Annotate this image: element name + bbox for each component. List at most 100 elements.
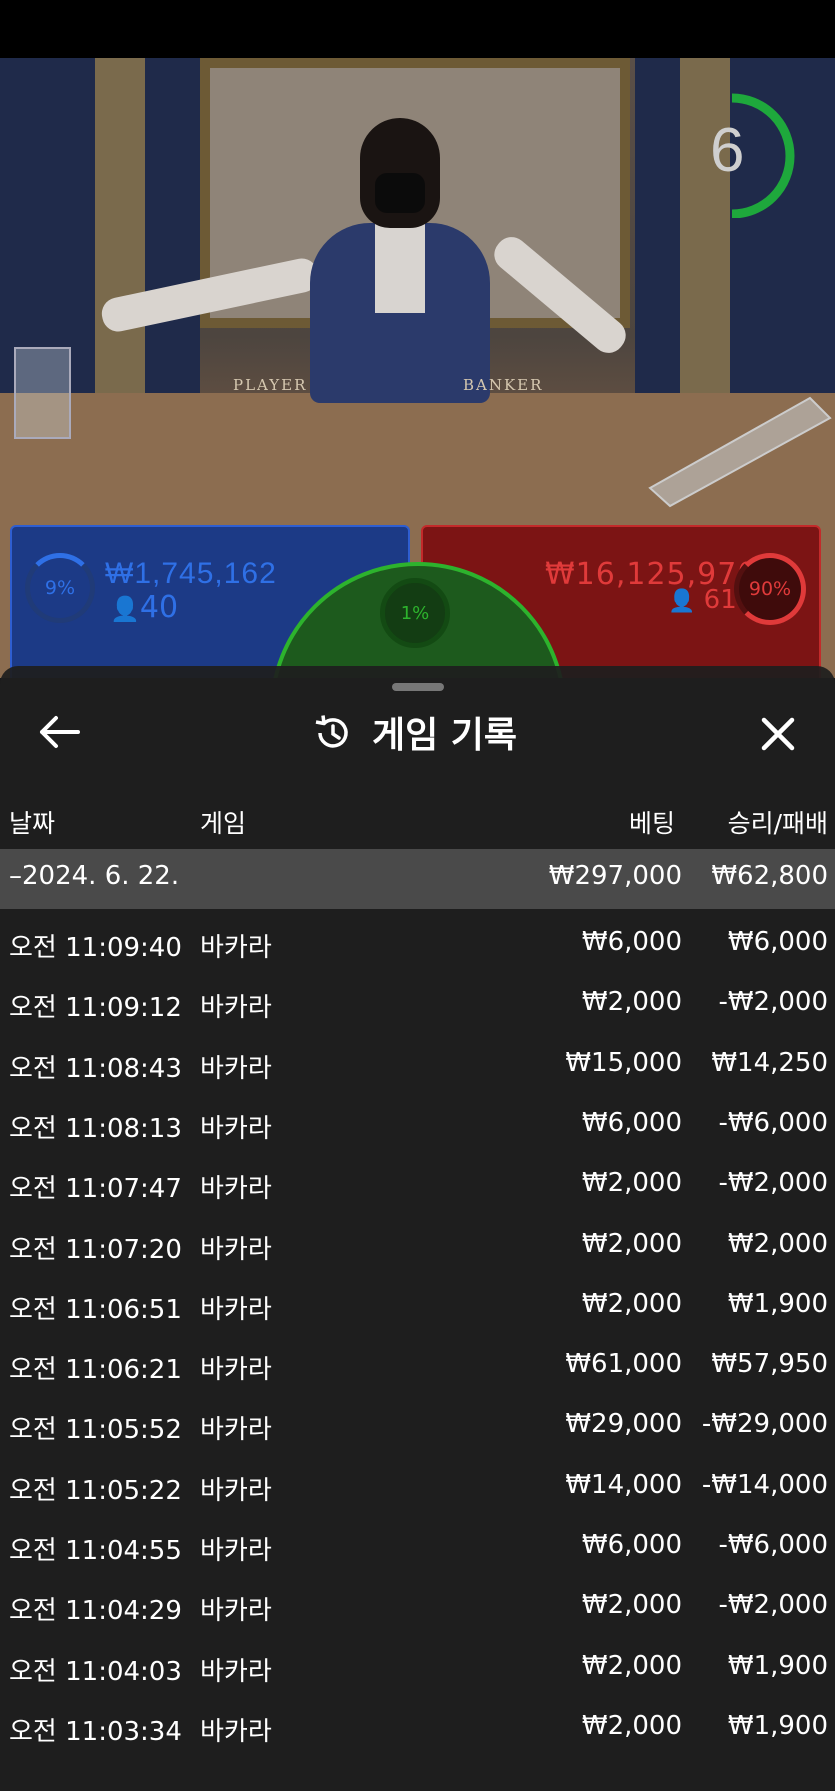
row-result: ₩1,900 (727, 1650, 828, 1681)
table-row[interactable]: 오전 11:03:34 바카라 ₩2,000 ₩1,900 (0, 1699, 835, 1759)
summary-bet: ₩297,000 (548, 861, 682, 891)
row-time: 오전 11:08:43 (9, 1053, 182, 1084)
row-game: 바카라 (200, 933, 272, 963)
row-bet: ₩2,000 (581, 1710, 682, 1741)
date-group-summary[interactable]: –2024. 6. 22. ₩297,000 ₩62,800 (0, 849, 835, 909)
tie-percent: 1% (380, 578, 450, 648)
person-icon: 👤 (668, 589, 696, 614)
arrow-left-icon[interactable] (36, 712, 86, 752)
column-header-game: 게임 (200, 809, 247, 838)
countdown-timer: 6 (710, 116, 745, 185)
row-time: 오전 11:04:29 (9, 1596, 182, 1627)
banker-count-label: 61 (703, 585, 737, 615)
row-result: -₩6,000 (718, 1107, 828, 1138)
close-icon[interactable] (756, 712, 800, 756)
table-row[interactable]: 오전 11:06:21 바카라 ₩61,000 ₩57,950 (0, 1337, 835, 1397)
row-time: 오전 11:06:21 (9, 1355, 182, 1386)
table-row[interactable]: 오전 11:08:13 바카라 ₩6,000 -₩6,000 (0, 1096, 835, 1156)
table-row[interactable]: 오전 11:05:52 바카라 ₩29,000 -₩29,000 (0, 1397, 835, 1457)
row-time: 오전 11:06:51 (9, 1294, 182, 1325)
player-count-label: 40 (139, 590, 179, 625)
row-result: -₩2,000 (718, 1590, 828, 1621)
row-game: 바카라 (200, 1415, 272, 1446)
row-bet: ₩14,000 (565, 1469, 682, 1500)
page-title: 게임 기록 (372, 715, 518, 756)
history-icon (315, 715, 348, 748)
row-bet: ₩2,000 (581, 1288, 682, 1319)
row-result: -₩2,000 (718, 1168, 828, 1199)
row-result: -₩2,000 (718, 987, 828, 1018)
pillar-left (95, 58, 145, 398)
banker-percent-label: 90% (748, 578, 792, 600)
player-bettor-count: 👤40 (110, 590, 178, 625)
row-result: ₩57,950 (711, 1349, 828, 1380)
row-bet: ₩2,000 (581, 987, 682, 1018)
row-time: 오전 11:03:34 (9, 1716, 182, 1747)
banker-percent: 90% (734, 553, 806, 625)
row-game: 바카라 (200, 1294, 272, 1325)
column-header-date: 날짜 (9, 809, 56, 838)
table-row[interactable]: 오전 11:04:03 바카라 ₩2,000 ₩1,900 (0, 1639, 835, 1699)
row-result: -₩14,000 (701, 1469, 828, 1500)
row-bet: ₩2,000 (581, 1168, 682, 1199)
table-row[interactable]: 오전 11:07:47 바카라 ₩2,000 -₩2,000 (0, 1156, 835, 1216)
row-game: 바카라 (200, 1113, 272, 1144)
row-time: 오전 11:07:20 (9, 1234, 182, 1265)
column-header-bet: 베팅 (628, 809, 675, 838)
table-row[interactable]: 오전 11:08:43 바카라 ₩15,000 ₩14,250 (0, 1036, 835, 1096)
row-time: 오전 11:04:55 (9, 1536, 182, 1566)
table-row[interactable]: 오전 11:09:12 바카라 ₩2,000 -₩2,000 (0, 975, 835, 1035)
table-row[interactable]: 오전 11:04:29 바카라 ₩2,000 -₩2,000 (0, 1578, 835, 1638)
card-shoe-right (648, 396, 832, 508)
row-time: 오전 11:05:22 (9, 1475, 182, 1506)
row-time: 오전 11:09:40 (9, 933, 182, 963)
player-percent-label: 9% (44, 577, 76, 599)
row-time: 오전 11:08:13 (9, 1113, 182, 1144)
table-row[interactable]: 오전 11:09:40 바카라 ₩6,000 ₩6,000 (0, 915, 835, 975)
player-percent: 9% (25, 553, 95, 623)
row-bet: ₩6,000 (581, 1530, 682, 1560)
table-row[interactable]: 오전 11:07:20 바카라 ₩2,000 ₩2,000 (0, 1217, 835, 1277)
row-time: 오전 11:05:52 (9, 1415, 182, 1446)
row-bet: ₩2,000 (581, 1650, 682, 1681)
row-result: -₩29,000 (701, 1409, 828, 1440)
status-bar (0, 0, 835, 58)
summary-date: –2024. 6. 22. (9, 861, 180, 891)
row-bet: ₩6,000 (581, 927, 682, 957)
row-game: 바카라 (200, 1053, 272, 1084)
row-bet: ₩2,000 (581, 1228, 682, 1259)
row-time: 오전 11:04:03 (9, 1656, 182, 1687)
person-icon: 👤 (110, 595, 140, 623)
summary-result: ₩62,800 (711, 861, 828, 891)
column-header-result: 승리/패배 (727, 809, 828, 838)
row-game: 바카라 (200, 1596, 272, 1627)
felt-label-banker: BANKER (463, 376, 544, 394)
row-bet: ₩6,000 (581, 1107, 682, 1138)
row-bet: ₩61,000 (565, 1349, 682, 1380)
table-row[interactable]: 오전 11:05:22 바카라 ₩14,000 -₩14,000 (0, 1458, 835, 1518)
row-time: 오전 11:07:47 (9, 1174, 182, 1205)
row-result: ₩1,900 (727, 1288, 828, 1319)
row-game: 바카라 (200, 1536, 272, 1566)
player-total-amount: ₩1,745,162 (105, 557, 277, 590)
row-result: ₩1,900 (727, 1710, 828, 1741)
banker-bettor-count: 👤 61 (668, 585, 737, 615)
row-game: 바카라 (200, 1174, 272, 1205)
table-row[interactable]: 오전 11:06:51 바카라 ₩2,000 ₩1,900 (0, 1277, 835, 1337)
table-row[interactable]: 오전 11:04:55 바카라 ₩6,000 -₩6,000 (0, 1518, 835, 1578)
row-game: 바카라 (200, 1355, 272, 1386)
row-result: -₩6,000 (718, 1530, 828, 1560)
row-game: 바카라 (200, 1656, 272, 1687)
card-shoe-left (14, 347, 71, 439)
row-bet: ₩2,000 (581, 1590, 682, 1621)
row-game: 바카라 (200, 1234, 272, 1265)
row-game: 바카라 (200, 1716, 272, 1747)
row-time: 오전 11:09:12 (9, 993, 182, 1024)
tie-percent-label: 1% (400, 602, 430, 624)
drag-handle[interactable] (392, 683, 444, 691)
row-result: ₩2,000 (727, 1228, 828, 1259)
felt-label-player: PLAYER (233, 376, 308, 394)
row-result: ₩6,000 (727, 927, 828, 957)
dealer (98, 118, 633, 418)
row-bet: ₩29,000 (565, 1409, 682, 1440)
